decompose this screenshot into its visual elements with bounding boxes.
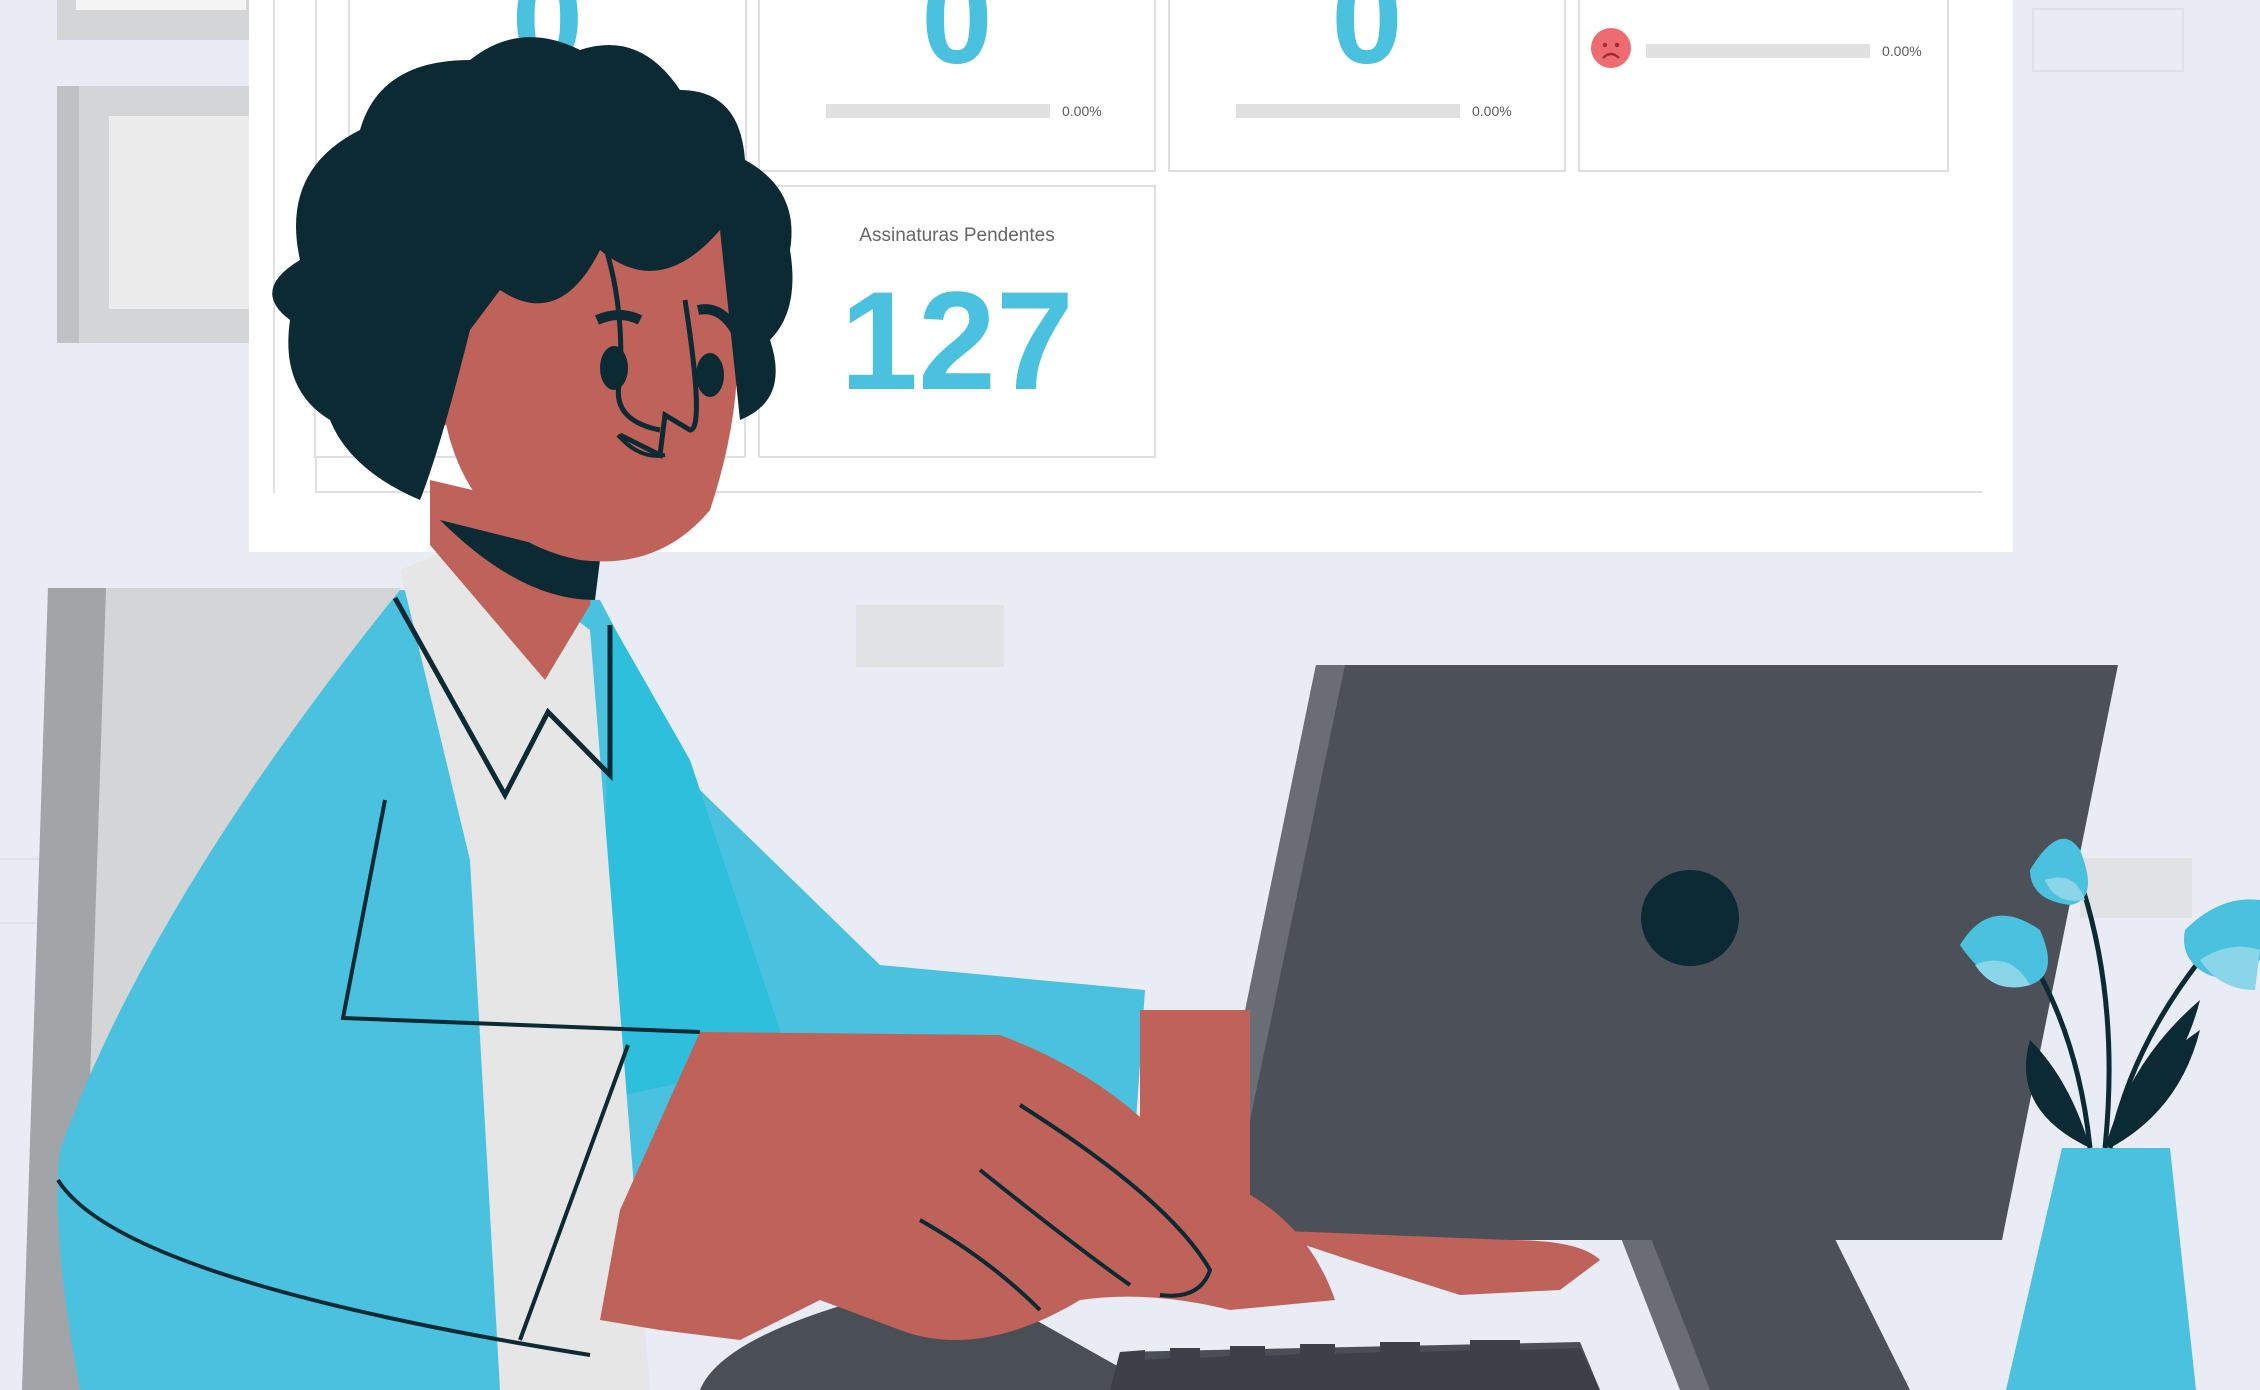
keyboard: [700, 1300, 1600, 1390]
monitor-icon: [1198, 665, 2118, 1390]
person-at-computer-illustration: [22, 37, 2260, 1390]
